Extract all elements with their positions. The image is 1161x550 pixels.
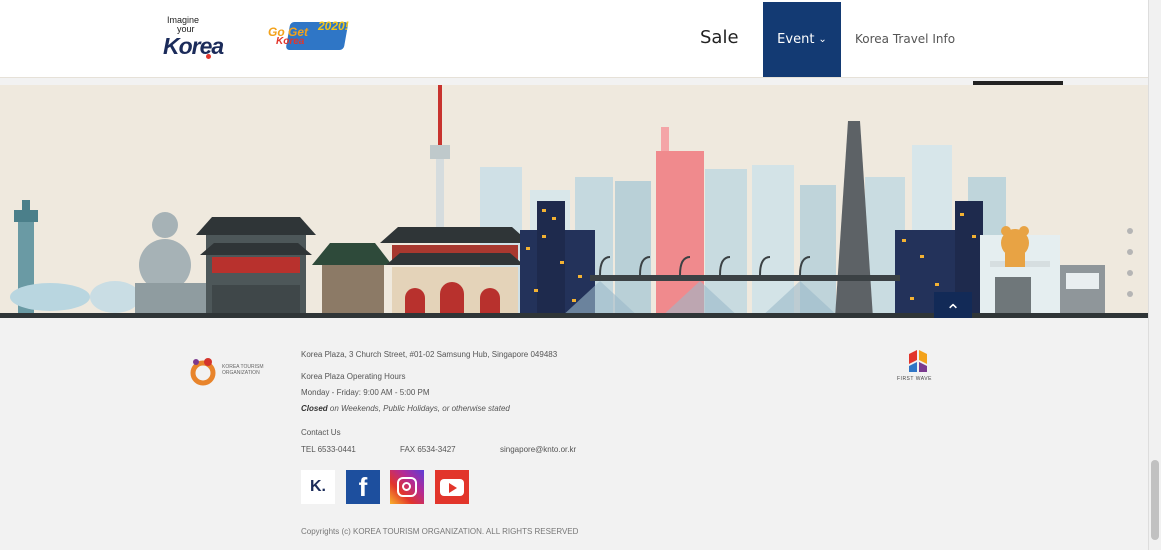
closed-rest: on Weekends, Public Holidays, or otherwi… [327, 404, 510, 413]
site-header: Imagine your Korea Go Get Korea 2020! Sa… [0, 0, 1148, 78]
section-dot[interactable] [1127, 291, 1133, 297]
youtube-icon [440, 478, 464, 496]
nav-event[interactable]: Event ⌄ [763, 2, 841, 77]
footer-copyright: Copyrights (c) KOREA TOURISM ORGANIZATIO… [301, 527, 579, 536]
section-dot[interactable] [1127, 228, 1133, 234]
campaign-text-year: 2020! [318, 19, 349, 33]
section-nav-dots [1127, 228, 1133, 312]
kto-ring-icon [190, 358, 216, 386]
logo-text-korea: Korea [163, 33, 224, 59]
section-dot[interactable] [1127, 270, 1133, 276]
scrollbar-thumb[interactable] [1151, 460, 1159, 540]
chevron-down-icon: ⌄ [818, 34, 827, 45]
first-wave-text: FIRST WAVE [897, 376, 932, 382]
first-wave-logo[interactable]: FIRST WAVE [893, 350, 945, 390]
page: Imagine your Korea Go Get Korea 2020! Sa… [0, 0, 1161, 550]
footer-closed-note: Closed on Weekends, Public Holidays, or … [301, 404, 510, 413]
visit-korea-social-button[interactable]: K. [301, 470, 335, 504]
logo-dot [206, 54, 211, 59]
k-logo-icon: K. [310, 478, 326, 495]
instagram-icon [397, 477, 417, 497]
youtube-button[interactable] [435, 470, 469, 504]
footer-hours: Monday - Friday: 9:00 AM - 5:00 PM [301, 388, 430, 397]
footer-address: Korea Plaza, 3 Church Street, #01-02 Sam… [301, 350, 558, 359]
section-dot[interactable] [1127, 249, 1133, 255]
go-get-korea-logo[interactable]: Go Get Korea 2020! [266, 16, 362, 60]
page-scrollbar[interactable] [1148, 0, 1161, 550]
imagine-your-korea-logo[interactable]: Imagine your Korea [163, 16, 229, 60]
nav-event-label: Event [777, 32, 815, 47]
footer-email[interactable]: singapore@knto.or.kr [500, 445, 576, 454]
seoul-skyline-illustration [0, 85, 1148, 318]
nav-korea-travel-info[interactable]: Korea Travel Info [855, 32, 955, 46]
kto-logo-text: KOREA TOURISM ORGANIZATION [222, 364, 264, 376]
instagram-button[interactable] [390, 470, 424, 504]
campaign-text-korea: Korea [276, 36, 305, 47]
footer-hours-title: Korea Plaza Operating Hours [301, 372, 406, 381]
site-footer [0, 318, 1148, 550]
footer-fax: FAX 6534-3427 [400, 445, 456, 454]
skyline-svg [0, 85, 1148, 318]
first-wave-mark-icon [909, 350, 927, 372]
korea-tourism-organization-logo[interactable]: KOREA TOURISM ORGANIZATION [188, 352, 278, 392]
facebook-icon: f [358, 471, 368, 502]
facebook-button[interactable]: f [346, 470, 380, 504]
nav-sale[interactable]: Sale [700, 27, 739, 48]
footer-contact-title: Contact Us [301, 428, 341, 437]
footer-tel: TEL 6533-0441 [301, 445, 356, 454]
closed-label: Closed [301, 404, 328, 413]
